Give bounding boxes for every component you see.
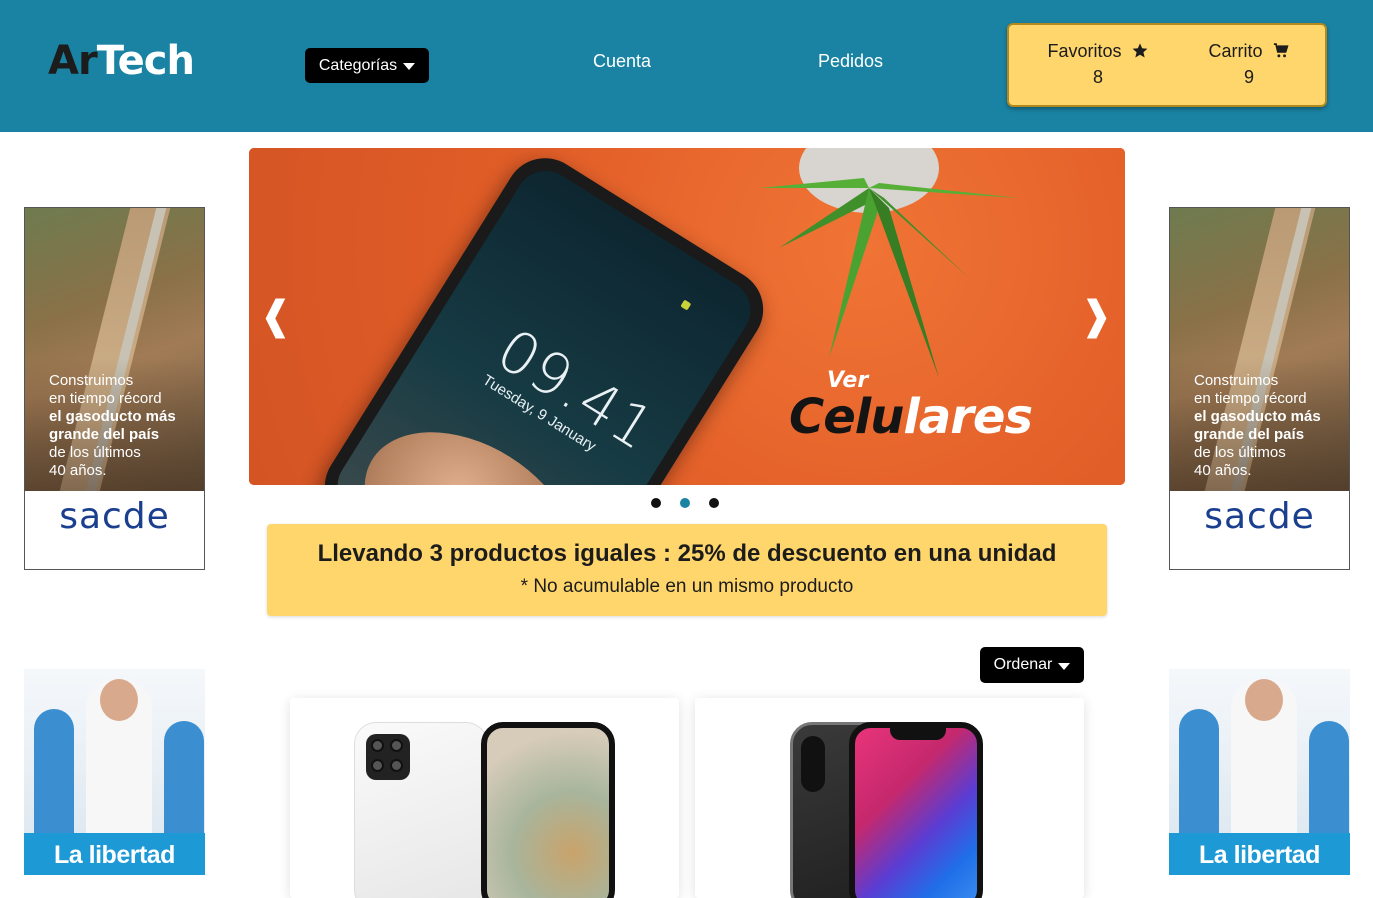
cart-label: Carrito	[1208, 41, 1263, 61]
cart-count: 9	[1243, 67, 1254, 87]
carousel-dot-3[interactable]	[709, 498, 719, 508]
favorites-cart-panel: Favoritos 8 Carrito 9	[1007, 23, 1327, 107]
ad-text: Construimos en tiempo récord el gasoduct…	[1194, 372, 1321, 480]
discount-banner: Llevando 3 productos iguales : 25% de de…	[267, 524, 1107, 616]
favorites-button[interactable]: Favoritos 8	[1045, 41, 1151, 88]
promo-dark-text: Celu	[789, 389, 904, 445]
ad-line: 40 años.	[49, 462, 107, 479]
sort-dropdown-button[interactable]: Ordenar	[980, 647, 1084, 683]
side-ad-left-top[interactable]: Construimos en tiempo récord el gasoduct…	[24, 207, 205, 570]
side-ad-right-bottom[interactable]: La libertad	[1169, 669, 1350, 875]
carousel-prev-icon[interactable]: ❰	[259, 294, 293, 338]
ad-bold-line: el gasoducto más	[1194, 408, 1321, 425]
star-icon	[1132, 43, 1147, 58]
discount-note: * No acumulable en un mismo producto	[520, 576, 854, 597]
ad-line: Construimos	[1194, 372, 1279, 389]
categories-dropdown-button[interactable]: Categorías	[305, 48, 429, 83]
site-header: ArTech Categorías Cuenta Pedidos Favorit…	[0, 0, 1373, 132]
nav-orders-link[interactable]: Pedidos	[818, 51, 883, 72]
cart-button[interactable]: Carrito 9	[1207, 41, 1291, 88]
side-ad-right-top[interactable]: Construimos en tiempo récord el gasoduct…	[1169, 207, 1350, 570]
favorites-count: 8	[1092, 67, 1103, 87]
logo-part-ar: Ar	[48, 38, 98, 84]
ad-line: 40 años.	[1194, 462, 1252, 479]
product-image-front	[849, 722, 983, 898]
ad-line: de los últimos	[49, 444, 141, 461]
categories-label: Categorías	[318, 56, 398, 74]
nav-account-link[interactable]: Cuenta	[593, 51, 651, 72]
slide-promo-text[interactable]: Ver Celulares	[789, 368, 1033, 441]
ad-brand-logo: sacde	[1204, 496, 1315, 537]
ad-line: Construimos	[49, 372, 134, 389]
ad-brand-logo: sacde	[59, 496, 170, 537]
carousel-indicators	[651, 498, 719, 508]
promo-light-text: lares	[903, 389, 1033, 445]
cart-icon	[1273, 43, 1289, 58]
camera-module	[801, 736, 825, 792]
caret-down-icon	[1058, 662, 1071, 670]
carousel-dot-2[interactable]	[680, 498, 690, 508]
ad-bold-line: el gasoducto más	[49, 408, 176, 425]
camera-module	[366, 734, 410, 780]
site-logo[interactable]: ArTech	[48, 38, 195, 84]
logo-part-tech: Tech	[96, 38, 195, 84]
carousel-next-icon[interactable]: ❱	[1079, 294, 1113, 338]
discount-title: Llevando 3 productos iguales : 25% de de…	[317, 540, 1057, 567]
ad-text: Construimos en tiempo récord el gasoduct…	[49, 372, 176, 480]
product-image-front	[481, 722, 615, 898]
ad-headline: La libertad	[54, 841, 175, 869]
carousel-dot-1[interactable]	[651, 498, 661, 508]
side-ad-left-bottom[interactable]: La libertad	[24, 669, 205, 875]
caret-down-icon	[403, 63, 416, 70]
favorites-label: Favoritos	[1047, 41, 1122, 61]
hero-carousel: 09.41 Tuesday, 9 January Ver Celulares ❰…	[249, 148, 1125, 485]
ad-line: en tiempo récord	[1194, 390, 1307, 407]
ad-headline: La libertad	[1199, 841, 1320, 869]
product-card[interactable]	[290, 698, 679, 898]
ad-bold-line: grande del país	[1194, 426, 1305, 443]
ad-line: en tiempo récord	[49, 390, 162, 407]
sort-label: Ordenar	[993, 656, 1053, 673]
product-card[interactable]	[695, 698, 1084, 898]
ad-line: de los últimos	[1194, 444, 1286, 461]
ad-bold-line: grande del país	[49, 426, 160, 443]
